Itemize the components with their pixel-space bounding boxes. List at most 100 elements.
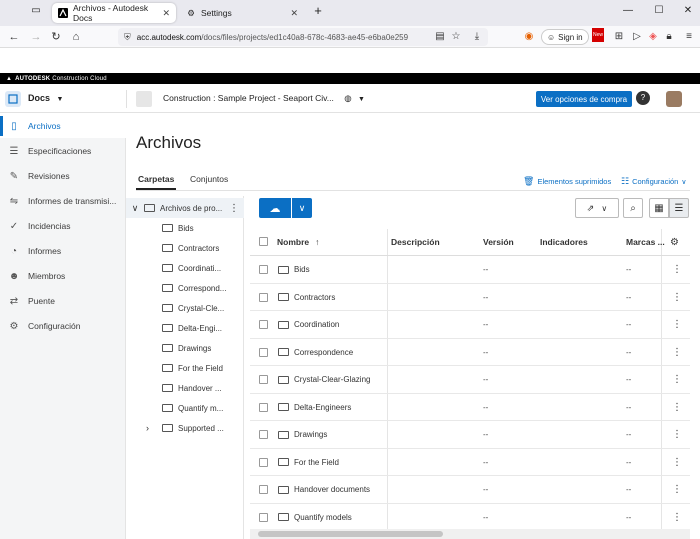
more-options-icon[interactable]: ⋮ [672,504,682,531]
browser-tab-archivos[interactable]: Archivos - Autodesk Docs ✕ [52,3,176,23]
column-settings-icon[interactable]: ⚙ [670,229,679,255]
tree-item[interactable]: Coordinati... [126,258,244,278]
row-checkbox[interactable] [259,347,268,357]
row-checkbox[interactable] [259,265,268,274]
table-row[interactable]: Correspondence -- -- ⋮ [250,339,690,366]
help-icon[interactable]: ? [636,91,650,105]
close-tab-icon[interactable]: ✕ [162,8,170,19]
scrollbar-thumb[interactable] [258,531,443,537]
table-row[interactable]: Bids -- -- ⋮ [250,256,690,284]
tree-item[interactable]: Correspond... [126,278,244,298]
maximize-icon[interactable]: ☐ [651,5,667,16]
upload-button[interactable]: ☁ [259,198,291,218]
forward-icon[interactable]: → [29,30,43,44]
more-options-icon[interactable]: ⋮ [672,449,682,476]
table-row[interactable]: Coordination -- -- ⋮ [250,311,690,339]
reader-view-icon[interactable]: ▤ [433,30,447,44]
column-header-indicators[interactable]: Indicadores [540,229,588,255]
row-checkbox[interactable] [259,292,268,302]
file-name-link[interactable]: Drawings [278,421,327,448]
extension-icon[interactable]: ▷ [630,30,644,44]
more-options-icon[interactable]: ⋮ [672,311,682,338]
grid-view-button[interactable]: ▦ [649,198,669,218]
file-name-link[interactable]: Correspondence [278,339,353,366]
file-name-link[interactable]: Coordination [278,311,339,338]
settings-link[interactable]: ☷ Configuración ∨ [621,176,686,187]
row-checkbox[interactable] [259,375,268,384]
tab-conjuntos[interactable]: Conjuntos [190,174,228,184]
file-name-link[interactable]: Delta-Engineers [278,394,351,421]
row-checkbox[interactable] [259,430,268,439]
column-header-version[interactable]: Versión [483,229,514,255]
tree-item[interactable]: Drawings [126,338,244,358]
file-name-link[interactable]: Contractors [278,284,335,311]
sidebar-item-archivos[interactable]: ▯ Archivos [0,114,126,138]
tree-item[interactable]: Handover ... [126,378,244,398]
sidebar-item-puente[interactable]: ⇄ Puente [0,289,126,313]
minimize-icon[interactable]: — [620,5,636,16]
firefox-icon[interactable]: ◉ [522,30,536,44]
more-options-icon[interactable]: ⋮ [672,394,682,421]
buy-options-button[interactable]: Ver opciones de compra [536,91,632,107]
row-checkbox[interactable] [259,485,268,494]
file-name-link[interactable]: Bids [278,256,310,283]
table-row[interactable]: Drawings -- -- ⋮ [250,421,690,449]
row-checkbox[interactable] [259,512,268,522]
file-name-link[interactable]: For the Field [278,449,339,476]
sidebar-item-configuracion[interactable]: ⚙ Configuración [0,314,126,338]
more-options-icon[interactable]: ⋮ [229,203,239,214]
table-row[interactable]: Contractors -- -- ⋮ [250,284,690,311]
tree-item[interactable]: Quantify m... [126,398,244,418]
column-header-description[interactable]: Descripción [391,229,440,255]
bookmark-star-icon[interactable]: ☆ [449,30,463,44]
close-tab-icon[interactable]: ✕ [290,8,298,19]
file-name-link[interactable]: Handover documents [278,476,370,503]
upload-menu-button[interactable]: ∨ [292,198,312,218]
tree-root-item[interactable]: ∨ Archivos de pro... ⋮ [126,198,244,218]
sidebar-item-informes[interactable]: ◔ Informes [0,239,126,263]
horizontal-scrollbar[interactable] [250,529,690,539]
new-tab-icon[interactable]: + [310,3,326,18]
tab-carpetas[interactable]: Carpetas [135,174,177,190]
module-switcher[interactable]: Docs ▼ [28,93,63,103]
select-all-checkbox[interactable] [259,237,268,246]
table-row[interactable]: Delta-Engineers -- -- ⋮ [250,394,690,421]
search-button[interactable]: ⌕ [623,198,643,218]
tree-item[interactable]: Crystal-Cle... [126,298,244,318]
menu-icon[interactable]: ≡ [682,30,696,44]
more-options-icon[interactable]: ⋮ [672,476,682,503]
sign-in-button[interactable]: ☺ Sign in [541,29,589,45]
list-view-button[interactable]: ☰ [669,198,689,218]
sidebar-item-miembros[interactable]: ☻ Miembros [0,264,126,288]
sidebar-item-revisiones[interactable]: ✎ Revisiones [0,164,126,188]
reload-icon[interactable]: ↻ [49,30,63,44]
back-icon[interactable]: ← [7,30,21,44]
share-button[interactable]: ⇗ ∨ [575,198,619,218]
more-options-icon[interactable]: ⋮ [672,366,682,393]
chevron-right-icon[interactable]: › [146,423,162,433]
avatar[interactable] [666,91,682,107]
deleted-items-link[interactable]: 🗑︎ Elementos suprimidos [523,176,611,187]
table-row[interactable]: Handover documents -- -- ⋮ [250,476,690,504]
table-row[interactable]: Quantify models -- -- ⋮ [250,504,690,532]
row-checkbox[interactable] [259,320,268,329]
sidebar-item-informes-transmision[interactable]: ⇋ Informes de transmisi... [0,189,126,213]
tab-overview-icon[interactable]: ▭ [28,5,44,16]
tree-item[interactable]: Contractors [126,238,244,258]
extension-new-icon[interactable]: New▢ [592,28,606,44]
column-header-name[interactable]: Nombre ↑ [277,229,319,255]
tree-item[interactable]: › Supported ... [126,418,244,438]
extension-icon[interactable]: ◈ [646,30,660,44]
more-options-icon[interactable]: ⋮ [672,284,682,311]
row-checkbox[interactable] [259,402,268,412]
table-row[interactable]: For the Field -- -- ⋮ [250,449,690,476]
sidebar-item-especificaciones[interactable]: ☰ Especificaciones [0,139,126,163]
site-info-icon[interactable]: ⛨ [124,32,131,43]
tree-item[interactable]: Delta-Engi... [126,318,244,338]
project-switcher[interactable]: Construction : Sample Project - Seaport … [163,93,365,104]
more-options-icon[interactable]: ⋮ [672,421,682,448]
column-header-marks[interactable]: Marcas ... [626,229,665,255]
tree-item[interactable]: Bids [126,218,244,238]
download-icon[interactable]: ⤓ [470,30,484,44]
row-checkbox[interactable] [259,457,268,467]
